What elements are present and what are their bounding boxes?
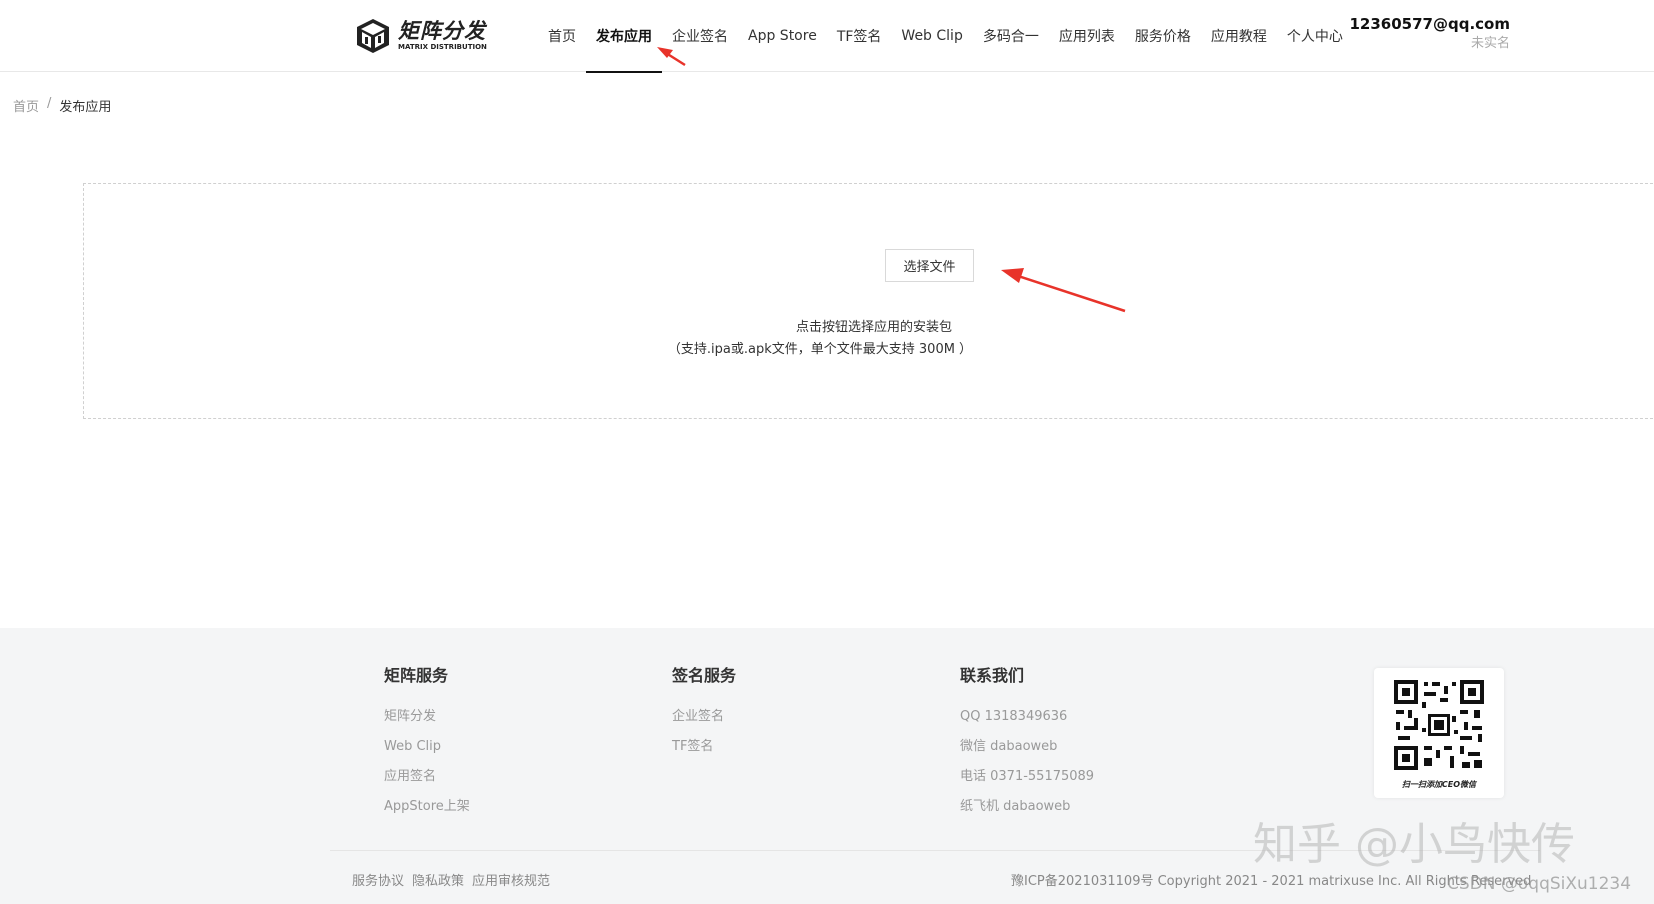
footer-link-web-clip[interactable]: Web Clip	[384, 732, 470, 762]
footer-col-title: 签名服务	[672, 666, 737, 685]
footer-link-matrix-distribution[interactable]: 矩阵分发	[384, 702, 470, 732]
privacy-policy-link[interactable]: 隐私政策	[412, 870, 464, 889]
qr-caption: 扫一扫添加CEO微信	[1401, 780, 1477, 789]
brand-logo[interactable]: 矩阵分发 MATRIX DISTRIBUTION	[354, 16, 487, 56]
app-review-guidelines-link[interactable]: 应用审核规范	[472, 870, 550, 889]
footer-link-appstore-listing[interactable]: AppStore上架	[384, 792, 470, 822]
logo-title: 矩阵分发	[398, 19, 486, 43]
terms-of-service-link[interactable]: 服务协议	[352, 870, 404, 889]
upload-hint-line2: （支持.ipa或.apk文件，单个文件最大支持 300M ）	[667, 342, 973, 357]
nav-profile[interactable]: 个人中心	[1277, 0, 1353, 72]
nav-publish-app[interactable]: 发布应用	[586, 0, 662, 73]
user-menu[interactable]: 12360577@qq.com 未实名	[1350, 14, 1511, 54]
footer-link-app-signing[interactable]: 应用签名	[384, 762, 470, 792]
logo-subtitle: MATRIX DISTRIBUTION	[398, 43, 487, 51]
footer-col-matrix-services: 矩阵服务 矩阵分发 Web Clip 应用签名 AppStore上架	[384, 664, 470, 822]
choose-file-button[interactable]: 选择文件	[885, 249, 974, 282]
footer-col-sign-services: 签名服务 企业签名 TF签名	[672, 664, 736, 762]
nav-pricing[interactable]: 服务价格	[1125, 0, 1201, 72]
nav-app-list[interactable]: 应用列表	[1049, 0, 1125, 72]
wechat-qr-card: 扫一扫添加CEO微信	[1374, 668, 1504, 798]
footer-col-title: 矩阵服务	[384, 666, 449, 685]
nav-tf-sign[interactable]: TF签名	[827, 0, 892, 72]
contact-telegram: 纸飞机 dabaoweb	[960, 799, 1071, 814]
nav-home[interactable]: 首页	[538, 0, 586, 72]
breadcrumb: 首页 / 发布应用	[13, 96, 111, 115]
top-header: 矩阵分发 MATRIX DISTRIBUTION 首页 发布应用 企业签名 Ap…	[0, 0, 1654, 73]
contact-phone: 电话 0371-55175089	[960, 769, 1095, 784]
nav-tutorials[interactable]: 应用教程	[1201, 0, 1277, 72]
footer-col-title: 联系我们	[960, 666, 1025, 685]
csdn-watermark: CSDN @oqqSiXu1234	[1447, 874, 1632, 894]
nav-enterprise-sign[interactable]: 企业签名	[662, 0, 738, 72]
user-email[interactable]: 12360577@qq.com	[1350, 14, 1511, 34]
contact-wechat: 微信 dabaoweb	[960, 739, 1058, 754]
breadcrumb-home[interactable]: 首页	[13, 96, 39, 115]
cube-logo-icon	[357, 19, 389, 53]
nav-app-store[interactable]: App Store	[738, 0, 827, 72]
nav-web-clip[interactable]: Web Clip	[891, 0, 972, 72]
breadcrumb-current: 发布应用	[59, 100, 112, 115]
main-nav: 首页 发布应用 企业签名 App Store TF签名 Web Clip 多码合…	[538, 0, 1353, 73]
breadcrumb-separator: /	[47, 96, 52, 111]
verification-status: 未实名	[1470, 36, 1510, 51]
upload-hint: 点击按钮选择应用的安装包 （支持.ipa或.apk文件，单个文件最大支持 300…	[84, 317, 1654, 361]
qr-code-icon	[1394, 680, 1484, 770]
footer-link-tf-sign[interactable]: TF签名	[672, 732, 736, 762]
footer-legal-links: 服务协议 隐私政策 应用审核规范	[352, 870, 550, 889]
footer-col-contact: 联系我们 QQ 1318349636 微信 dabaoweb 电话 0371-5…	[960, 664, 1094, 822]
upload-hint-line1: 点击按钮选择应用的安装包	[795, 320, 952, 335]
contact-qq: QQ 1318349636	[960, 709, 1068, 724]
zhihu-watermark: 知乎 @小鸟快传	[1253, 819, 1575, 870]
nav-multi-code[interactable]: 多码合一	[973, 0, 1049, 72]
footer-link-enterprise-sign[interactable]: 企业签名	[672, 702, 736, 732]
upload-dropzone[interactable]: 选择文件 点击按钮选择应用的安装包 （支持.ipa或.apk文件，单个文件最大支…	[83, 183, 1654, 419]
